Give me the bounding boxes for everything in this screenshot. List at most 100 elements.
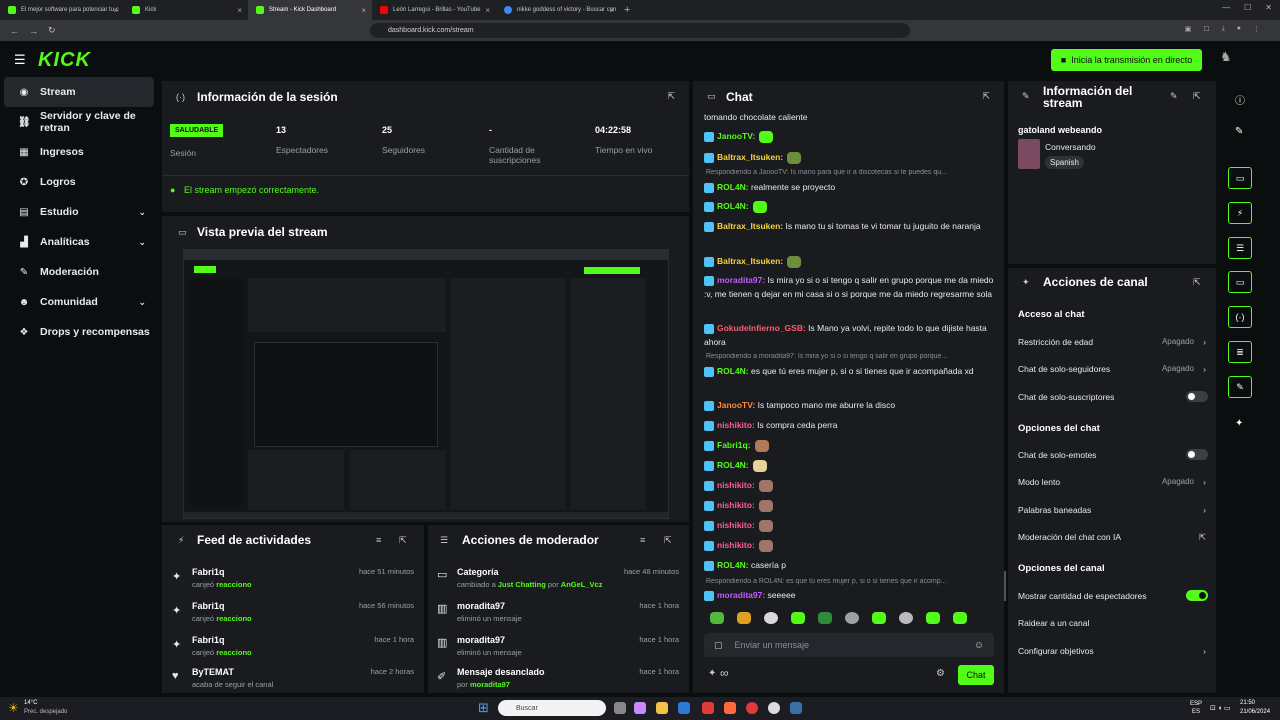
- chat-username[interactable]: nishikito:: [717, 540, 755, 550]
- go-live-button[interactable]: ■ Inicia la transmisión en directo: [1051, 49, 1202, 71]
- browser-tab[interactable]: El mejor software para potenciar tu c ×: [0, 0, 124, 20]
- chat-username[interactable]: Baltrax_Itsuken:: [717, 221, 783, 231]
- popout-icon[interactable]: ⇱: [1193, 277, 1201, 288]
- sidebar-item-studio[interactable]: ▤ Estudio ⌄: [4, 197, 154, 227]
- infinity-icon[interactable]: ∞: [720, 666, 729, 680]
- folder-icon[interactable]: [656, 702, 668, 714]
- emotes-only-toggle[interactable]: [1186, 449, 1208, 460]
- mail-icon[interactable]: [678, 702, 690, 714]
- setting-age-restriction[interactable]: Restricción de edad Apagado ›: [1018, 337, 1208, 347]
- stream-preview-video[interactable]: [183, 249, 669, 519]
- category-name[interactable]: Conversando: [1045, 142, 1096, 152]
- new-tab-icon[interactable]: +: [624, 4, 630, 16]
- chat-username[interactable]: moradita97:: [717, 590, 765, 600]
- sidebar-item-stream[interactable]: ◉ Stream: [4, 77, 154, 107]
- emote-icon[interactable]: [737, 612, 751, 624]
- toolbar-mod-button[interactable]: ☰: [1228, 237, 1252, 259]
- moderator-link[interactable]: moradita97: [470, 680, 510, 689]
- chat-username[interactable]: nishikito:: [717, 480, 755, 490]
- toolbar-info-button[interactable]: ≣: [1228, 341, 1252, 363]
- emote-icon[interactable]: [872, 612, 886, 624]
- steam-icon[interactable]: [790, 702, 802, 714]
- minimize-icon[interactable]: —: [1222, 3, 1230, 12]
- reload-icon[interactable]: ↻: [48, 25, 56, 36]
- bot-icon[interactable]: ✦: [708, 668, 716, 679]
- url-input[interactable]: dashboard.kick.com/stream: [370, 23, 910, 38]
- add-widget-icon[interactable]: ✦: [1235, 418, 1243, 429]
- popout-icon[interactable]: ⇱: [1193, 91, 1201, 102]
- language-indicator[interactable]: ESP: [1190, 701, 1202, 707]
- chat-reply-preview[interactable]: Respondiendo a moradita97: Is mira yo si…: [706, 353, 994, 360]
- maximize-icon[interactable]: ☐: [1244, 3, 1251, 12]
- filter-icon[interactable]: ≡: [376, 535, 381, 545]
- app-icon[interactable]: [702, 702, 714, 714]
- emote-icon[interactable]: [710, 612, 724, 624]
- setting-goals[interactable]: Configurar objetivos ›: [1018, 646, 1208, 656]
- chat-username[interactable]: GokudeInfierno_GSB:: [717, 323, 806, 333]
- chat-username[interactable]: Fabri1q:: [717, 440, 751, 450]
- chat-username[interactable]: nishikito:: [717, 520, 755, 530]
- moderator-link[interactable]: AnGeL_Vcz: [561, 580, 603, 589]
- setting-slow-mode[interactable]: Modo lento Apagado ›: [1018, 477, 1208, 487]
- feed-user[interactable]: Fabri1q: [192, 635, 252, 645]
- emote-icon[interactable]: [926, 612, 940, 624]
- popout-icon[interactable]: ⇱: [399, 535, 407, 546]
- download-icon[interactable]: ⤓: [1222, 25, 1225, 33]
- chat-scrollbar[interactable]: [1004, 571, 1006, 601]
- bookmarks-icon[interactable]: ☐: [1203, 25, 1209, 33]
- sidebar-item-moderation[interactable]: ✎ Moderación: [4, 257, 154, 287]
- chat-username[interactable]: nishikito:: [717, 420, 755, 430]
- pencil-icon[interactable]: ✎: [1235, 126, 1243, 137]
- send-chat-button[interactable]: Chat: [958, 665, 994, 685]
- forward-icon[interactable]: →: [29, 26, 38, 36]
- browser-tab[interactable]: nikke goddess of victory - Buscar con ×: [496, 0, 620, 20]
- setting-banned-words[interactable]: Palabras baneadas ›: [1018, 505, 1208, 515]
- emote-icon[interactable]: [818, 612, 832, 624]
- app-icon[interactable]: [634, 702, 646, 714]
- browser-tab[interactable]: León Larregui - Brillas - YouTube ×: [372, 0, 496, 20]
- chat-username[interactable]: Baltrax_Itsuken:: [717, 256, 783, 266]
- close-icon[interactable]: ×: [485, 6, 490, 15]
- emote-icon[interactable]: [899, 612, 913, 624]
- close-icon[interactable]: ×: [113, 6, 118, 15]
- close-icon[interactable]: ×: [237, 6, 242, 15]
- close-icon[interactable]: ×: [361, 6, 366, 15]
- emote-icon[interactable]: [791, 612, 805, 624]
- sidebar-item-analytics[interactable]: ▟ Analíticas ⌄: [4, 227, 154, 257]
- sidebar-item-income[interactable]: ▦ Ingresos: [4, 137, 154, 167]
- popout-icon[interactable]: ⇱: [664, 535, 672, 546]
- emote-icon[interactable]: [953, 612, 967, 624]
- menu-icon[interactable]: ⋮: [1253, 25, 1260, 33]
- profile-icon[interactable]: ●: [1237, 25, 1241, 33]
- chat-reply-preview[interactable]: Respondiendo a JanooTV: Is mano para que…: [706, 169, 994, 176]
- mod-action-name[interactable]: moradita97: [457, 601, 522, 611]
- feed-user[interactable]: Fabri1q: [192, 567, 252, 577]
- taskbar-search[interactable]: Buscar: [498, 700, 606, 716]
- brave-icon[interactable]: [724, 702, 736, 714]
- toolbar-session-button[interactable]: (·): [1228, 306, 1252, 328]
- chat-username[interactable]: ROL4N:: [717, 560, 749, 570]
- sidebar-item-server-key[interactable]: ⛓ Servidor y clave de retran: [4, 107, 154, 137]
- chat-username[interactable]: Baltrax_Itsuken:: [717, 152, 783, 162]
- toolbar-settings-button[interactable]: ✎: [1228, 376, 1252, 398]
- browser-tab-active[interactable]: Stream - Kick Dashboard ×: [248, 0, 372, 20]
- popout-icon[interactable]: ⇱: [667, 91, 675, 102]
- chat-username[interactable]: moradita97:: [717, 275, 765, 285]
- feed-user[interactable]: ByTEMAT: [192, 667, 273, 677]
- info-icon[interactable]: ⓘ: [1235, 92, 1245, 107]
- popout-icon[interactable]: ⇱: [982, 91, 990, 102]
- chat-username[interactable]: nishikito:: [717, 500, 755, 510]
- setting-followers-only[interactable]: Chat de solo-seguidores Apagado ›: [1018, 364, 1208, 374]
- toolbar-chat-button[interactable]: ▭: [1228, 271, 1252, 293]
- gear-icon[interactable]: ⚙: [936, 668, 945, 679]
- chat-username[interactable]: ROL4N:: [717, 366, 749, 376]
- hamburger-menu-icon[interactable]: ☰: [14, 52, 26, 68]
- back-icon[interactable]: ←: [10, 26, 19, 36]
- feed-user[interactable]: Fabri1q: [192, 601, 252, 611]
- filter-icon[interactable]: ≡: [640, 535, 645, 545]
- close-icon[interactable]: ×: [609, 6, 614, 15]
- mod-action-name[interactable]: moradita97: [457, 635, 522, 645]
- show-viewers-toggle[interactable]: [1186, 590, 1208, 601]
- close-window-icon[interactable]: ✕: [1265, 3, 1272, 12]
- task-view-icon[interactable]: [614, 702, 626, 714]
